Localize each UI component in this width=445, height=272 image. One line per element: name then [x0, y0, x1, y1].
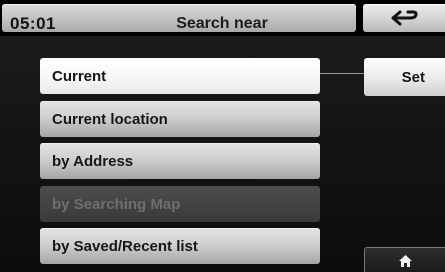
option-label: by Searching Map: [52, 195, 181, 213]
option-label: Current location: [52, 110, 168, 128]
back-arrow-icon: [391, 10, 418, 26]
set-button-label: Set: [401, 68, 425, 86]
page-title: Search near: [176, 15, 268, 32]
navigation-screen: 05:01 Search near Current Current locati…: [0, 0, 445, 272]
header: 05:01 Search near: [0, 0, 445, 36]
selection-connector: [320, 73, 364, 74]
home-icon: [399, 255, 412, 267]
option-by-saved-recent-list[interactable]: by Saved/Recent list: [40, 228, 320, 264]
clock: 05:01: [10, 14, 56, 33]
option-by-searching-map: by Searching Map: [40, 186, 320, 222]
option-label: by Address: [52, 152, 134, 170]
option-label: by Saved/Recent list: [52, 237, 198, 255]
option-label: Current: [52, 67, 107, 85]
title-bar: 05:01 Search near: [2, 4, 356, 33]
set-button[interactable]: Set: [364, 58, 445, 96]
back-button[interactable]: [363, 4, 445, 32]
option-current[interactable]: Current: [40, 58, 320, 94]
home-button[interactable]: [364, 247, 445, 272]
option-current-location[interactable]: Current location: [40, 101, 320, 137]
option-by-address[interactable]: by Address: [40, 143, 320, 179]
